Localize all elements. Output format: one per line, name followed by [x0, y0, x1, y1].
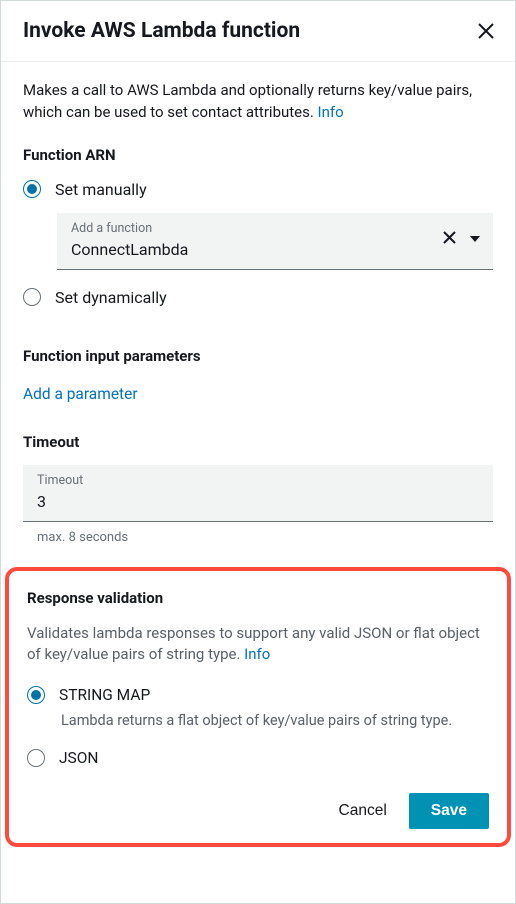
save-button[interactable]: Save — [409, 793, 489, 829]
rv-info-link[interactable]: Info — [244, 645, 270, 663]
radio-json[interactable]: JSON — [27, 749, 489, 767]
function-select-value: ConnectLambda — [71, 240, 442, 259]
clear-icon[interactable] — [442, 230, 457, 249]
response-validation-desc: Validates lambda responses to support an… — [27, 623, 489, 667]
description-text: Makes a call to AWS Lambda and optionall… — [23, 81, 472, 121]
timeout-helper: max. 8 seconds — [37, 530, 493, 545]
timeout-value: 3 — [37, 492, 479, 511]
function-arn-title: Function ARN — [23, 146, 493, 164]
string-map-sub: Lambda returns a flat object of key/valu… — [61, 712, 489, 729]
add-parameter-link[interactable]: Add a parameter — [23, 385, 493, 403]
radio-string-map[interactable]: STRING MAP — [27, 686, 489, 704]
function-select[interactable]: Add a function ConnectLambda — [57, 213, 493, 270]
timeout-field-label: Timeout — [37, 473, 479, 488]
cancel-button[interactable]: Cancel — [335, 794, 391, 828]
panel-header: Invoke AWS Lambda function — [1, 1, 515, 62]
radio-icon-unselected — [27, 749, 45, 767]
radio-icon-unselected — [23, 288, 41, 306]
radio-icon-selected — [23, 180, 41, 198]
footer-actions: Cancel Save — [27, 793, 489, 829]
set-dynamically-label: Set dynamically — [55, 288, 167, 307]
close-icon[interactable] — [477, 22, 495, 40]
info-link[interactable]: Info — [318, 103, 344, 121]
panel-description: Makes a call to AWS Lambda and optionall… — [23, 80, 493, 124]
function-select-actions — [442, 230, 481, 249]
function-select-inner: Add a function ConnectLambda — [71, 221, 442, 259]
timeout-input[interactable]: Timeout 3 — [23, 465, 493, 522]
radio-icon-selected — [27, 686, 45, 704]
panel-title: Invoke AWS Lambda function — [23, 19, 300, 43]
set-manually-label: Set manually — [55, 180, 147, 199]
response-validation-title: Response validation — [27, 589, 489, 607]
string-map-label: STRING MAP — [59, 686, 150, 704]
input-params-title: Function input parameters — [23, 347, 493, 365]
panel-body: Makes a call to AWS Lambda and optionall… — [1, 62, 515, 903]
radio-set-dynamically[interactable]: Set dynamically — [23, 288, 493, 307]
json-label: JSON — [59, 749, 98, 767]
lambda-config-panel: Invoke AWS Lambda function Makes a call … — [0, 0, 516, 904]
timeout-title: Timeout — [23, 433, 493, 451]
chevron-down-icon[interactable] — [469, 230, 481, 249]
response-validation-section: Response validation Validates lambda res… — [5, 567, 511, 848]
function-select-label: Add a function — [71, 221, 442, 236]
radio-set-manually[interactable]: Set manually — [23, 180, 493, 199]
